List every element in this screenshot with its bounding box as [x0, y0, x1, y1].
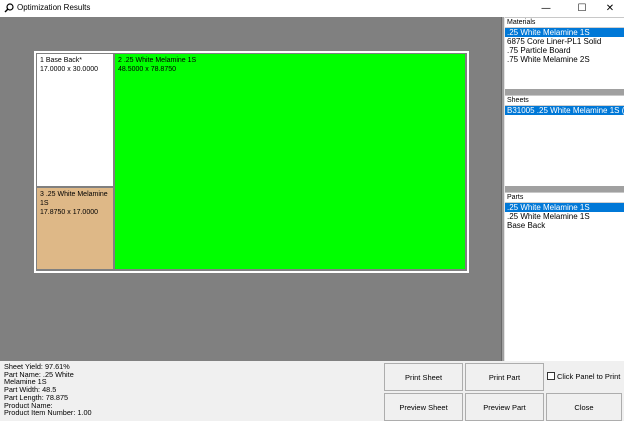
list-item[interactable]: .25 White Melamine 1S: [505, 203, 624, 212]
part-dimensions: 17.0000 x 30.0000: [40, 66, 98, 73]
sheets-list[interactable]: Sheets B31005 .25 White Melamine 1S (4: [505, 95, 624, 186]
part-label: 3 .25 White Melamine: [40, 191, 108, 198]
title-bar: Optimization Results — ☐ ✕: [0, 0, 624, 17]
minimize-button[interactable]: —: [532, 0, 560, 17]
product-item-number: Product Item Number: 1.00: [4, 408, 92, 418]
list-item[interactable]: Base Back: [505, 221, 624, 230]
part-label-continued: 1S: [40, 200, 49, 207]
materials-list[interactable]: Materials .25 White Melamine 1S 6875 Cor…: [505, 17, 624, 89]
part-dimensions: 48.5000 x 78.8750: [118, 66, 176, 73]
list-item[interactable]: .75 Particle Board: [505, 46, 624, 55]
magnifier-icon: [4, 3, 14, 13]
part-panel-1[interactable]: 1 Base Back* 17.0000 x 30.0000: [37, 54, 113, 186]
parts-header: Parts: [505, 193, 624, 203]
list-item[interactable]: 6875 Core Liner-PL1 Solid: [505, 37, 624, 46]
window-title: Optimization Results: [17, 3, 91, 12]
preview-sheet-button[interactable]: Preview Sheet: [384, 393, 463, 421]
print-sheet-button[interactable]: Print Sheet: [384, 363, 463, 391]
list-item[interactable]: .75 White Melamine 2S: [505, 55, 624, 64]
list-item[interactable]: .25 White Melamine 1S: [505, 28, 624, 37]
maximize-button[interactable]: ☐: [568, 0, 596, 17]
status-info: Sheet Yield: 97.61% Part Name: .25 White…: [4, 363, 154, 417]
close-button[interactable]: Close: [546, 393, 622, 421]
list-item[interactable]: B31005 .25 White Melamine 1S (4: [505, 106, 624, 115]
part-panel-3[interactable]: 3 .25 White Melamine 1S 17.8750 x 17.000…: [37, 188, 113, 269]
part-label: 1 Base Back*: [40, 57, 83, 64]
preview-part-button[interactable]: Preview Part: [465, 393, 544, 421]
part-dimensions: 17.8750 x 17.0000: [40, 209, 98, 216]
list-item[interactable]: .25 White Melamine 1S: [505, 212, 624, 221]
materials-header: Materials: [505, 18, 624, 28]
close-window-button[interactable]: ✕: [596, 0, 624, 17]
sheets-header: Sheets: [505, 96, 624, 106]
part-panel-2[interactable]: 2 .25 White Melamine 1S 48.5000 x 78.875…: [115, 54, 465, 269]
print-part-button[interactable]: Print Part: [465, 363, 544, 391]
layout-canvas[interactable]: 1 Base Back* 17.0000 x 30.0000 2 .25 Whi…: [0, 17, 501, 361]
part-label: 2 .25 White Melamine 1S: [118, 57, 197, 64]
sheet-layout[interactable]: 1 Base Back* 17.0000 x 30.0000 2 .25 Whi…: [34, 51, 469, 273]
parts-list[interactable]: Parts .25 White Melamine 1S .25 White Me…: [505, 192, 624, 361]
click-panel-to-print-checkbox[interactable]: [547, 372, 555, 380]
click-panel-to-print-label: Click Panel to Print: [557, 372, 621, 381]
